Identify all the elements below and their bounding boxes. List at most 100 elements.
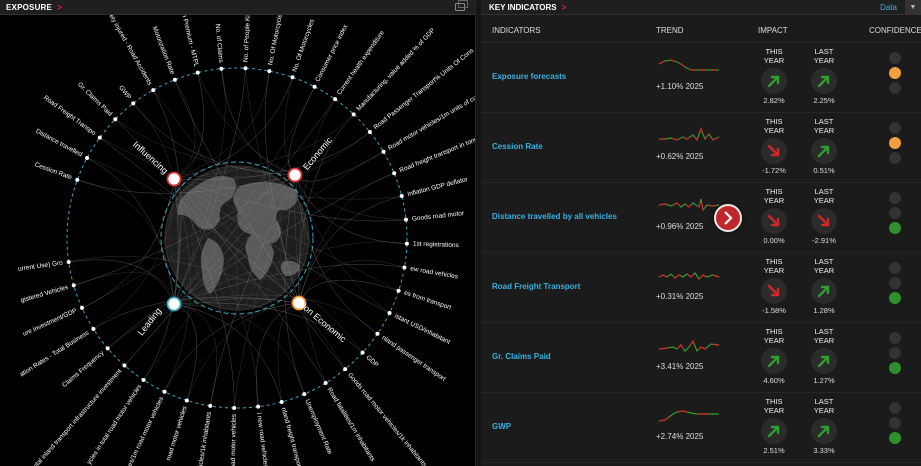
node-dot[interactable] [105, 346, 110, 351]
node-dot[interactable] [396, 288, 401, 293]
impact-this-circle[interactable] [761, 208, 787, 234]
indicator-row[interactable]: Cession Rate +0.62% 2025 THIS YEAR -1.72%… [481, 113, 921, 183]
node-dot[interactable] [232, 405, 237, 410]
impact-this-circle[interactable] [761, 348, 787, 374]
impact-last-circle[interactable] [811, 68, 837, 94]
indicator-label[interactable]: Consumer price index [314, 23, 349, 83]
indicator-label[interactable]: es from transport [403, 290, 452, 312]
indicator-name[interactable]: Distance travelled by all vehicles [492, 212, 617, 221]
impact-last-circle[interactable] [811, 208, 837, 234]
indicator-label[interactable]: Road Freight Transpo [42, 94, 97, 137]
indicator-name[interactable]: GWP [492, 422, 511, 431]
indicator-label[interactable]: 1st registrations [413, 241, 460, 250]
node-dot[interactable] [392, 171, 397, 176]
indicator-label[interactable]: Gr. Claims Paid [76, 81, 113, 118]
next-arrow-button[interactable] [714, 204, 742, 232]
indicator-label[interactable]: Road Passenger Transport% Units Of Cons [373, 47, 476, 131]
indicator-label[interactable]: es/1m road motor vehicles [126, 395, 165, 466]
impact-last-circle[interactable] [811, 278, 837, 304]
indicator-label[interactable]: Distance travelled [34, 128, 83, 159]
node-dot[interactable] [141, 378, 146, 383]
node-dot[interactable] [113, 117, 118, 122]
node-dot[interactable] [172, 77, 177, 82]
node-dot[interactable] [162, 389, 167, 394]
impact-last-circle[interactable] [811, 418, 837, 444]
indicator-label[interactable]: gistered Vehicles [20, 284, 70, 305]
node-dot[interactable] [404, 241, 409, 246]
node-dot[interactable] [343, 367, 348, 372]
node-dot[interactable] [404, 217, 409, 222]
data-link[interactable]: Data [880, 3, 897, 12]
indicator-label[interactable]: icles/1k inhabitants [197, 411, 213, 466]
impact-this-circle[interactable] [761, 418, 787, 444]
indicator-label[interactable]: Claims Frequency [61, 349, 106, 389]
node-dot[interactable] [195, 70, 200, 75]
indicator-label[interactable]: nland freight transport [280, 407, 303, 466]
node-dot[interactable] [279, 400, 284, 405]
node-dot[interactable] [219, 66, 224, 71]
node-dot[interactable] [360, 350, 365, 355]
indicator-name[interactable]: Exposure forecasts [492, 72, 566, 81]
quadrant-hub[interactable] [166, 296, 182, 312]
indicator-label[interactable]: No. Of Motorcycles [291, 18, 316, 73]
node-dot[interactable] [75, 177, 80, 182]
indicator-label[interactable]: GWP [117, 84, 132, 101]
node-dot[interactable] [402, 265, 407, 270]
indicator-label[interactable]: istant USD/inhabitant [393, 313, 451, 346]
impact-this-circle[interactable] [761, 68, 787, 94]
node-dot[interactable] [399, 194, 404, 199]
indicator-label[interactable]: total inland transport infrastructure in… [31, 368, 124, 466]
indicator-label[interactable]: GDP [365, 354, 380, 369]
key-indicators-chevron-icon[interactable]: > [562, 3, 567, 12]
indicator-row[interactable]: Distance travelled by all vehicles +0.96… [481, 183, 921, 253]
window-icon[interactable] [455, 0, 468, 11]
quadrant-hub[interactable] [166, 171, 182, 187]
node-dot[interactable] [184, 398, 189, 403]
indicator-label[interactable]: No. of Claims [214, 24, 225, 64]
indicator-row[interactable]: Exposure forecasts +1.10% 2025 THIS YEAR … [481, 43, 921, 113]
node-dot[interactable] [66, 259, 71, 264]
indicator-label[interactable]: ure investment/GDP [22, 307, 78, 337]
indicator-label[interactable]: Goods road motor vehicles/1k inhabitants [346, 372, 428, 466]
impact-last-circle[interactable] [811, 138, 837, 164]
node-dot[interactable] [243, 66, 248, 71]
indicator-label[interactable]: nland passenger transport [380, 334, 447, 382]
node-dot[interactable] [375, 331, 380, 336]
indicator-row[interactable]: Gr. Claims Paid +3.41% 2025 THIS YEAR 4.6… [481, 323, 921, 393]
node-dot[interactable] [381, 149, 386, 154]
indicator-name[interactable]: Cession Rate [492, 142, 543, 151]
node-dot[interactable] [387, 311, 392, 316]
node-dot[interactable] [267, 69, 272, 74]
quadrant-hub[interactable] [287, 167, 303, 183]
node-dot[interactable] [71, 283, 76, 288]
indicator-label[interactable]: l new road vehicles [255, 412, 269, 466]
indicator-label[interactable]: Unemployment Rate [303, 398, 333, 456]
node-dot[interactable] [290, 75, 295, 80]
impact-last-circle[interactable] [811, 348, 837, 374]
exposure-chevron-icon[interactable]: > [57, 3, 62, 12]
indicator-label[interactable]: road motor vehicles [165, 405, 189, 462]
node-dot[interactable] [256, 404, 261, 409]
indicator-label[interactable]: ew road vehicles [410, 265, 460, 280]
impact-this-circle[interactable] [761, 278, 787, 304]
node-dot[interactable] [312, 84, 317, 89]
node-dot[interactable] [85, 155, 90, 160]
indicator-label[interactable]: urrent Use) Gro [18, 259, 64, 272]
node-dot[interactable] [323, 381, 328, 386]
indicator-label[interactable]: No. Of Motorcycles [267, 10, 285, 66]
indicator-row[interactable]: GWP +2.74% 2025 THIS YEAR 2.51% LAST YEAR … [481, 393, 921, 463]
indicator-label[interactable]: Inflation GDP deflator [407, 176, 470, 198]
indicator-label[interactable]: Motorization Rate [151, 26, 176, 76]
indicator-label[interactable]: oad motor vehicles [230, 413, 238, 466]
node-dot[interactable] [91, 327, 96, 332]
indicator-row[interactable]: Road Freight Transport +0.31% 2025 THIS Y… [481, 253, 921, 323]
indicator-label[interactable]: Manufacturing, value added % of GDP [355, 27, 436, 112]
indicator-name[interactable]: Road Freight Transport [492, 282, 580, 291]
node-dot[interactable] [208, 403, 213, 408]
node-dot[interactable] [302, 392, 307, 397]
indicator-name[interactable]: Gr. Claims Paid [492, 352, 551, 361]
node-dot[interactable] [122, 363, 127, 368]
node-dot[interactable] [80, 305, 85, 310]
node-dot[interactable] [351, 112, 356, 117]
node-dot[interactable] [333, 97, 338, 102]
